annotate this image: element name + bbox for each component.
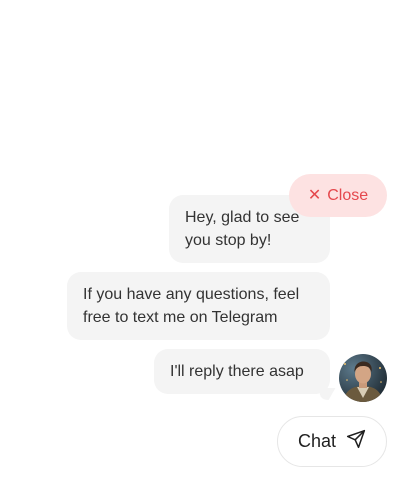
message-line: free to text me on Telegram	[83, 309, 278, 326]
message-line: I'll reply there asap	[170, 363, 304, 380]
message-bubble: I'll reply there asap	[154, 349, 330, 394]
avatar-image	[339, 354, 387, 402]
close-button-label: Close	[327, 186, 369, 204]
message-bubble: If you have any questions, feel free to …	[67, 272, 330, 340]
avatar	[339, 354, 387, 402]
x-icon: ✕	[307, 186, 322, 204]
chat-button-label: Chat	[297, 431, 337, 451]
message-line: If you have any questions, feel	[83, 286, 300, 303]
close-button[interactable]: ✕ Close	[289, 174, 387, 217]
send-icon	[346, 429, 366, 454]
message-line: you stop by!	[185, 232, 272, 249]
chat-button[interactable]: Chat	[277, 416, 387, 467]
